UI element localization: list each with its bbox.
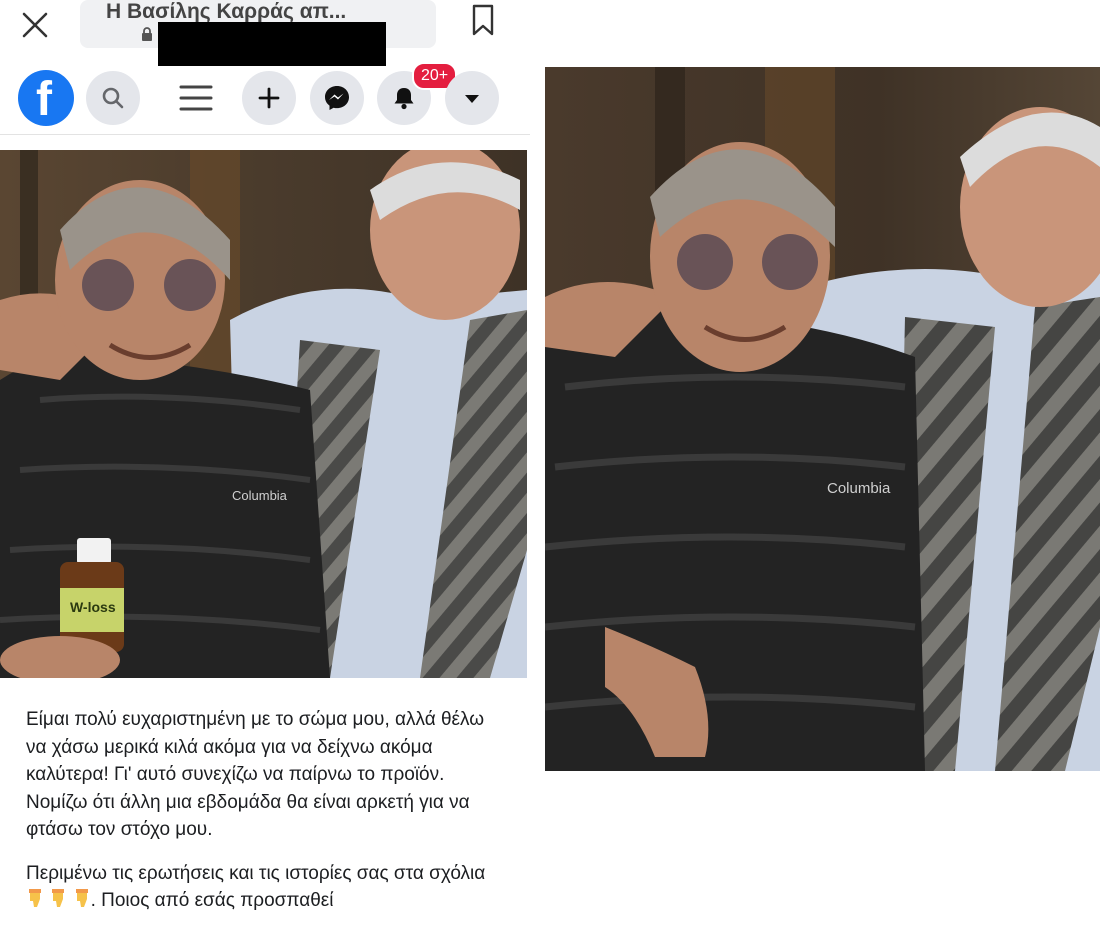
svg-text:W-loss: W-loss — [70, 599, 116, 615]
original-photo: Columbia — [545, 67, 1100, 771]
lock-icon — [142, 27, 152, 41]
svg-text:Columbia: Columbia — [232, 488, 288, 503]
caption-paragraph-2: Περιμένω τις ερωτήσεις και τις ιστορίες … — [26, 862, 486, 912]
search-button[interactable] — [86, 71, 140, 125]
redaction-bar — [158, 22, 386, 66]
pointing-down-emoji-icon — [52, 889, 65, 907]
pointing-down-emoji-icon — [75, 889, 88, 907]
caption-paragraph-1: Είμαι πολύ ευχαριστημένη με το σώμα μου,… — [26, 709, 485, 840]
search-icon — [102, 87, 124, 109]
pointing-down-emoji-icon — [29, 889, 41, 907]
create-button[interactable] — [242, 71, 296, 125]
messenger-button[interactable] — [310, 71, 364, 125]
bell-icon — [394, 88, 414, 110]
post-caption: Είμαι πολύ ευχαριστημένη με το σώμα μου,… — [26, 706, 506, 931]
post-photo[interactable]: Columbia W-loss — [0, 150, 527, 678]
caret-down-icon — [465, 95, 479, 103]
browser-top-bar: Η Βασίλης Καρράς απ... — [0, 0, 530, 66]
plus-icon — [258, 87, 280, 109]
svg-text:Columbia: Columbia — [827, 480, 891, 497]
facebook-navbar: f 20+ — [0, 62, 530, 135]
bookmark-icon[interactable] — [471, 4, 495, 36]
close-icon[interactable] — [18, 8, 52, 42]
facebook-logo[interactable]: f — [18, 70, 74, 126]
phone-screenshot: Η Βασίλης Καρράς απ... f 20+ Columbia W-… — [0, 0, 530, 933]
account-menu-button[interactable] — [445, 71, 499, 125]
messenger-icon — [325, 86, 349, 110]
menu-icon[interactable] — [178, 82, 214, 114]
page-title: Η Βασίλης Καρράς απ... — [106, 0, 347, 23]
